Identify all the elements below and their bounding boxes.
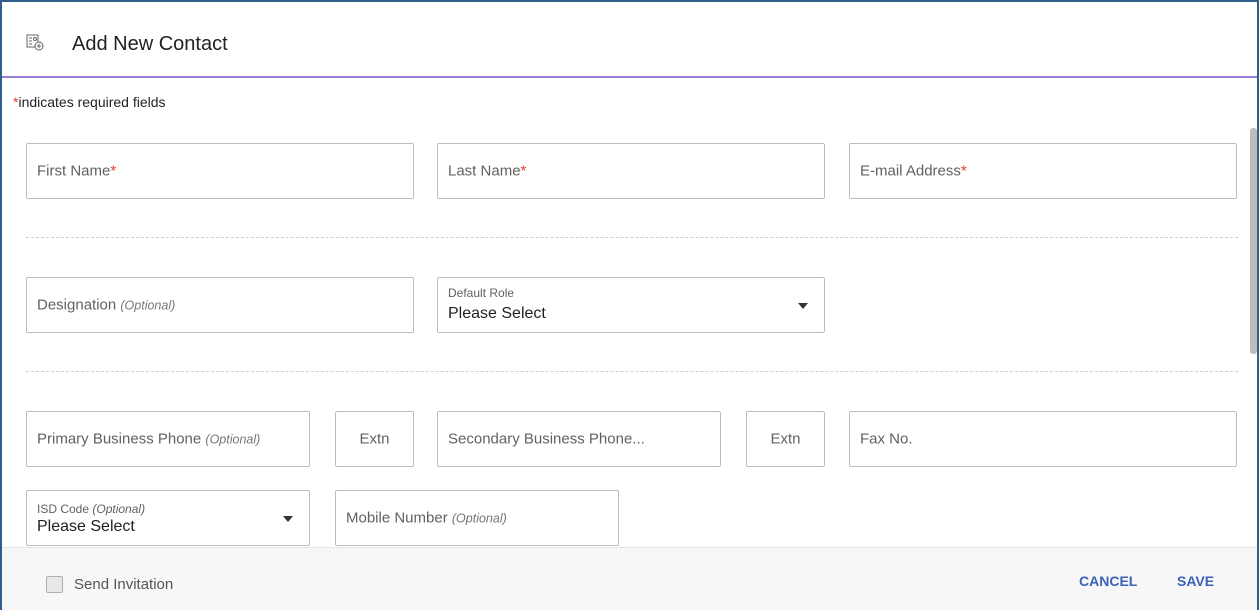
first-name-placeholder: First Name* <box>37 162 117 180</box>
isd-code-value: Please Select <box>37 518 135 535</box>
default-role-label: Default Role <box>448 286 515 300</box>
chevron-down-icon <box>283 516 293 522</box>
default-role-select[interactable]: Default Role Please Select <box>437 277 825 333</box>
required-note-text: indicates required fields <box>18 94 166 110</box>
send-invitation-checkbox[interactable] <box>46 576 63 593</box>
isd-code-select[interactable]: ISD Code (Optional) Please Select <box>26 490 310 546</box>
last-name-field[interactable]: Last Name* <box>437 143 825 199</box>
isd-code-label: ISD Code (Optional) <box>37 502 146 516</box>
add-contact-dialog: Add New Contact *indicates required fiel… <box>0 0 1259 610</box>
secondary-phone-placeholder: Secondary Business Phone... <box>448 430 645 448</box>
primary-extn-placeholder: Extn <box>359 430 390 448</box>
email-field[interactable]: E-mail Address* <box>849 143 1237 199</box>
mobile-number-field[interactable]: Mobile Number (Optional) <box>335 490 619 546</box>
primary-extn-field[interactable]: Extn <box>335 411 414 467</box>
cancel-button[interactable]: CANCEL <box>1079 573 1137 589</box>
fax-placeholder: Fax No. <box>860 430 913 448</box>
section-divider <box>26 237 1238 238</box>
secondary-phone-field[interactable]: Secondary Business Phone... <box>437 411 721 467</box>
mobile-number-placeholder: Mobile Number (Optional) <box>346 509 507 527</box>
required-fields-note: *indicates required fields <box>13 94 166 110</box>
secondary-extn-field[interactable]: Extn <box>746 411 825 467</box>
designation-field[interactable]: Designation (Optional) <box>26 277 414 333</box>
primary-phone-placeholder: Primary Business Phone (Optional) <box>37 430 261 448</box>
dialog-header: Add New Contact <box>2 2 1257 78</box>
fax-field[interactable]: Fax No. <box>849 411 1237 467</box>
dialog-footer: Send Invitation CANCEL SAVE <box>2 547 1257 610</box>
save-button[interactable]: SAVE <box>1177 573 1214 589</box>
send-invitation-label[interactable]: Send Invitation <box>74 576 173 593</box>
designation-placeholder: Designation (Optional) <box>37 296 176 314</box>
dialog-title: Add New Contact <box>72 33 228 55</box>
contact-card-add-icon <box>26 33 44 51</box>
first-name-field[interactable]: First Name* <box>26 143 414 199</box>
secondary-extn-placeholder: Extn <box>770 430 801 448</box>
default-role-value: Please Select <box>448 305 546 322</box>
email-placeholder: E-mail Address* <box>860 162 967 180</box>
section-divider <box>26 371 1238 372</box>
chevron-down-icon <box>798 303 808 309</box>
last-name-placeholder: Last Name* <box>448 162 527 180</box>
vertical-scrollbar[interactable] <box>1250 128 1257 354</box>
primary-phone-field[interactable]: Primary Business Phone (Optional) <box>26 411 310 467</box>
